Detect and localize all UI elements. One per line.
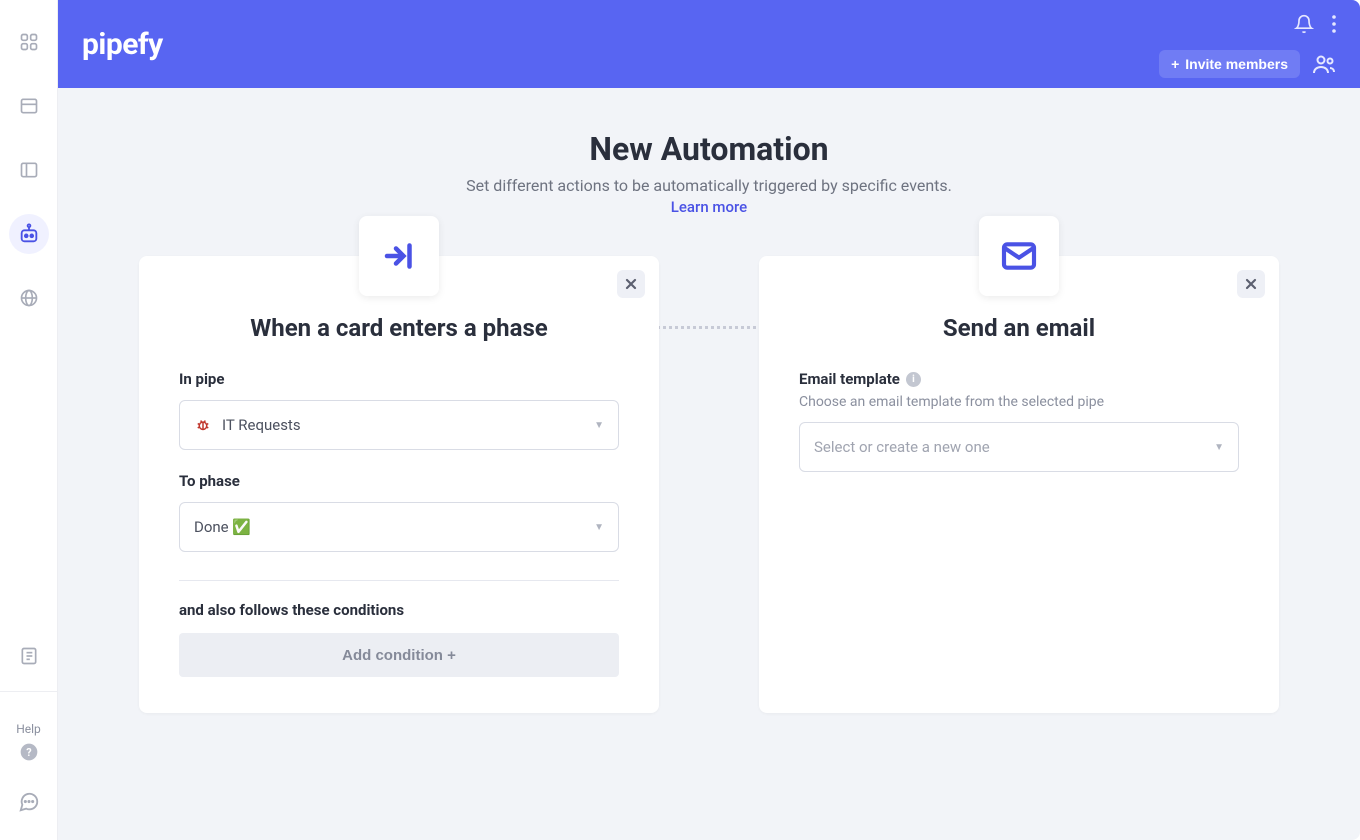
nav-panel-icon[interactable]	[9, 150, 49, 190]
connector-line	[650, 326, 768, 329]
brand-logo: pipefy	[82, 27, 163, 62]
help-icon[interactable]: ?	[9, 732, 49, 772]
close-trigger-button[interactable]	[617, 270, 645, 298]
notifications-icon[interactable]	[1294, 14, 1314, 34]
members-icon[interactable]	[1312, 54, 1336, 74]
chat-icon[interactable]	[9, 782, 49, 822]
chevron-down-icon: ▼	[594, 420, 604, 431]
in-pipe-select[interactable]: IT Requests ▼	[179, 400, 619, 450]
nav-notes-icon[interactable]	[9, 636, 49, 676]
invite-label: Invite members	[1185, 56, 1288, 72]
trigger-card: When a card enters a phase In pipe IT Re…	[139, 256, 659, 713]
email-template-label: Email template i	[799, 370, 1239, 388]
to-phase-value: Done ✅	[194, 518, 251, 536]
info-icon[interactable]: i	[906, 372, 921, 387]
content: New Automation Set different actions to …	[58, 88, 1360, 840]
plus-icon: +	[1171, 56, 1179, 72]
conditions-label: and also follows these conditions	[179, 601, 619, 619]
sidebar-divider	[0, 691, 57, 692]
nav-globe-icon[interactable]	[9, 278, 49, 318]
trigger-title: When a card enters a phase	[179, 314, 619, 342]
action-card: Send an email Email template i Choose an…	[759, 256, 1279, 713]
svg-text:?: ?	[26, 746, 31, 759]
email-template-select[interactable]: Select or create a new one ▼	[799, 422, 1239, 472]
main-area: pipefy + Invite members New Au	[58, 0, 1360, 840]
in-pipe-label: In pipe	[179, 370, 619, 388]
nav-apps-icon[interactable]	[9, 22, 49, 62]
close-action-button[interactable]	[1237, 270, 1265, 298]
email-template-placeholder: Select or create a new one	[814, 438, 990, 456]
add-condition-button[interactable]: Add condition +	[179, 633, 619, 677]
action-badge-icon	[979, 216, 1059, 296]
to-phase-label: To phase	[179, 472, 619, 490]
topbar: pipefy + Invite members	[58, 0, 1360, 88]
chevron-down-icon: ▼	[1214, 442, 1224, 453]
invite-members-button[interactable]: + Invite members	[1159, 50, 1300, 78]
nav-list-icon[interactable]	[9, 86, 49, 126]
page-title: New Automation	[98, 130, 1320, 168]
to-phase-select[interactable]: Done ✅ ▼	[179, 502, 619, 552]
email-template-sub: Choose an email template from the select…	[799, 394, 1239, 410]
nav-automation-icon[interactable]	[9, 214, 49, 254]
sidebar: Help ?	[0, 0, 58, 840]
action-title: Send an email	[799, 314, 1239, 342]
in-pipe-value: IT Requests	[222, 416, 301, 434]
bug-icon	[194, 416, 212, 434]
divider	[179, 580, 619, 581]
chevron-down-icon: ▼	[594, 522, 604, 533]
page-subtitle: Set different actions to be automaticall…	[98, 176, 1320, 195]
learn-more-link[interactable]: Learn more	[98, 198, 1320, 216]
more-menu-icon[interactable]	[1332, 15, 1336, 33]
trigger-badge-icon	[359, 216, 439, 296]
